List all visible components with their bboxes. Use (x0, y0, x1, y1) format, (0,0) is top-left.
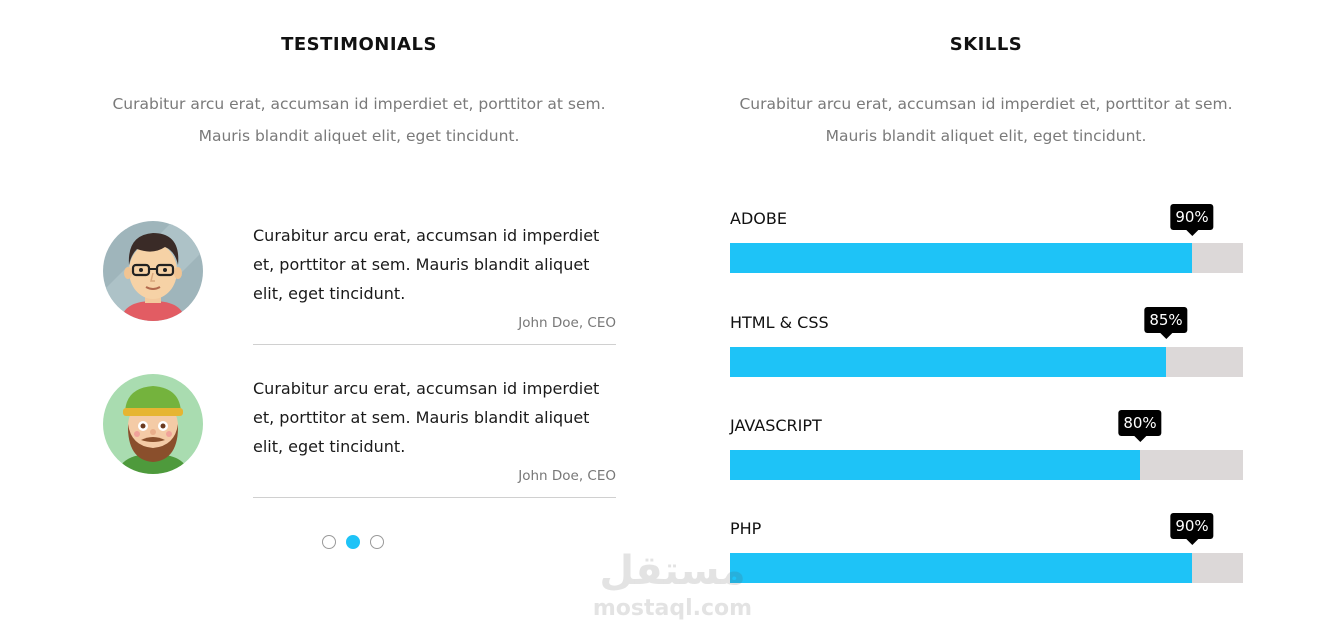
testimonials-intro-line-1: Curabitur arcu erat, accumsan id imperdi… (112, 95, 606, 113)
skill-bar-fill (730, 243, 1192, 273)
watermark-latin-text: mostaql.com (592, 596, 753, 621)
testimonial-body: Curabitur arcu erat, accumsan id imperdi… (253, 374, 616, 498)
skills-title: SKILLS (949, 34, 1023, 55)
testimonial-author: John Doe, CEO (518, 468, 616, 484)
mostaql-watermark: مستقل mostaql.com (585, 548, 760, 630)
skill-percent-tooltip: 80% (1118, 410, 1162, 442)
skill-label: PHP (730, 519, 762, 538)
pagination-dot-active[interactable] (346, 535, 360, 549)
skill-bar-fill (730, 553, 1192, 583)
man-with-glasses-avatar-icon (103, 221, 203, 321)
skill-label: ADOBE (730, 209, 787, 228)
skill-bar-track (730, 450, 1243, 480)
skill-bar-fill (730, 347, 1166, 377)
skill-percent-tooltip: 90% (1170, 513, 1214, 545)
skill-percent-tooltip: 85% (1144, 307, 1188, 339)
bearded-man-with-cap-avatar-icon (103, 374, 203, 474)
testimonials-title: TESTIMONIALS (281, 34, 437, 55)
skill-label: JAVASCRIPT (730, 416, 822, 435)
skills-intro-line-2: Mauris blandit aliquet elit, eget tincid… (825, 127, 1147, 145)
skills-intro: Curabitur arcu erat, accumsan id imperdi… (728, 88, 1244, 152)
skill-percent-tooltip: 90% (1170, 204, 1214, 236)
skill-label: HTML & CSS (730, 313, 829, 332)
testimonials-intro-line-2: Mauris blandit aliquet elit, eget tincid… (198, 127, 520, 145)
testimonials-intro: Curabitur arcu erat, accumsan id imperdi… (100, 88, 618, 152)
testimonial-author: John Doe, CEO (518, 315, 616, 331)
skill-bar-fill (730, 450, 1140, 480)
skill-bar-track (730, 243, 1243, 273)
pagination-dot[interactable] (322, 535, 336, 549)
skill-bar-track (730, 553, 1243, 583)
skills-intro-line-1: Curabitur arcu erat, accumsan id imperdi… (739, 95, 1233, 113)
testimonial-pagination (322, 535, 384, 549)
skill-bar-track (730, 347, 1243, 377)
pagination-dot[interactable] (370, 535, 384, 549)
testimonial-quote: Curabitur arcu erat, accumsan id imperdi… (253, 226, 600, 303)
watermark-arabic-text: مستقل (599, 548, 746, 594)
testimonial-quote: Curabitur arcu erat, accumsan id imperdi… (253, 379, 600, 456)
testimonial-body: Curabitur arcu erat, accumsan id imperdi… (253, 221, 616, 345)
